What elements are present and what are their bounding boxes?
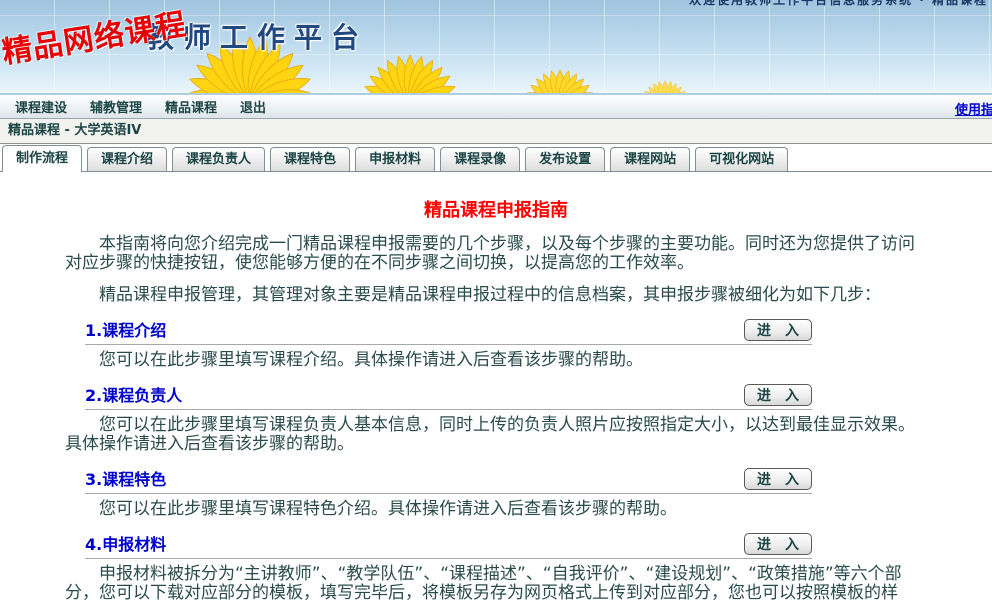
step-header-row: 1.课程介绍 进 入 xyxy=(85,317,812,345)
tab-0[interactable]: 制作流程 xyxy=(2,145,82,172)
enter-button[interactable]: 进 入 xyxy=(744,384,812,406)
enter-button[interactable]: 进 入 xyxy=(744,533,812,555)
tab-8[interactable]: 可视化网站 xyxy=(695,147,788,171)
step-title: 4.申报材料 xyxy=(85,531,166,555)
tab-3[interactable]: 课程特色 xyxy=(270,147,350,171)
teacher-platform-window: 欢迎使用教师工作平台信息服务系统 · 精品课程 xyxy=(0,0,992,601)
step-section: 1.课程介绍 进 入 您可以在此步骤里填写课程介绍。具体操作请进入后查看该步骤的… xyxy=(65,317,927,370)
tab-7[interactable]: 课程网站 xyxy=(610,147,690,171)
menu-item-2[interactable]: 精品课程 xyxy=(165,97,217,116)
tab-bar: 制作流程 课程介绍 课程负责人 课程特色 申报材料 课程录像 发布设置 课程网站… xyxy=(0,144,992,172)
step-description: 您可以在此步骤里填写课程负责人基本信息，同时上传的负责人照片应按照指定大小，以达… xyxy=(65,416,927,454)
step-title: 3.课程特色 xyxy=(85,466,166,490)
step-section: 2.课程负责人 进 入 您可以在此步骤里填写课程负责人基本信息，同时上传的负责人… xyxy=(65,382,927,454)
banner: 欢迎使用教师工作平台信息服务系统 · 精品课程 xyxy=(0,0,992,95)
step-description: 申报材料被拆分为“主讲教师”、“教学队伍”、“课程描述”、“自我评价”、“建设规… xyxy=(65,565,927,601)
enter-button[interactable]: 进 入 xyxy=(744,468,812,490)
intro-paragraph-1: 本指南将向您介绍完成一门精品课程申报需要的几个步骤，以及每个步骤的主要功能。同时… xyxy=(65,235,927,273)
step-description: 您可以在此步骤里填写课程介绍。具体操作请进入后查看该步骤的帮助。 xyxy=(65,351,927,370)
menu-item-1[interactable]: 辅教管理 xyxy=(90,97,142,116)
breadcrumb: 精品课程 - 大学英语IV xyxy=(0,119,992,144)
menu-item-0[interactable]: 课程建设 xyxy=(15,97,67,116)
step-header-row: 3.课程特色 进 入 xyxy=(85,466,812,494)
clipped-marquee-text: 欢迎使用教师工作平台信息服务系统 · 精品课程 xyxy=(689,0,988,8)
step-description: 您可以在此步骤里填写课程特色介绍。具体操作请进入后查看该步骤的帮助。 xyxy=(65,500,927,519)
page-title: 精品课程申报指南 xyxy=(65,196,927,222)
step-title: 2.课程负责人 xyxy=(85,382,182,406)
tab-2[interactable]: 课程负责人 xyxy=(172,147,265,171)
help-guide-link[interactable]: 使用指南 xyxy=(955,99,992,118)
menu-items: 课程建设 辅教管理 精品课程 退出 xyxy=(0,97,266,116)
main-content: 精品课程申报指南 本指南将向您介绍完成一门精品课程申报需要的几个步骤，以及每个步… xyxy=(0,196,992,601)
step-list: 1.课程介绍 进 入 您可以在此步骤里填写课程介绍。具体操作请进入后查看该步骤的… xyxy=(65,317,927,601)
enter-button[interactable]: 进 入 xyxy=(744,319,812,341)
menu-item-3[interactable]: 退出 xyxy=(240,97,266,116)
tab-5[interactable]: 课程录像 xyxy=(440,147,520,171)
intro-paragraph-2: 精品课程申报管理，其管理对象主要是精品课程申报过程中的信息档案，其申报步骤被细化… xyxy=(65,286,927,305)
step-header-row: 4.申报材料 进 入 xyxy=(85,531,812,559)
tab-4[interactable]: 申报材料 xyxy=(355,147,435,171)
tab-6[interactable]: 发布设置 xyxy=(525,147,605,171)
main-menu-bar: 课程建设 辅教管理 精品课程 退出 使用指南 xyxy=(0,95,992,119)
tab-1[interactable]: 课程介绍 xyxy=(87,147,167,171)
step-section: 4.申报材料 进 入 申报材料被拆分为“主讲教师”、“教学队伍”、“课程描述”、… xyxy=(65,531,927,601)
step-header-row: 2.课程负责人 进 入 xyxy=(85,382,812,410)
step-section: 3.课程特色 进 入 您可以在此步骤里填写课程特色介绍。具体操作请进入后查看该步… xyxy=(65,466,927,519)
step-title: 1.课程介绍 xyxy=(85,317,166,341)
